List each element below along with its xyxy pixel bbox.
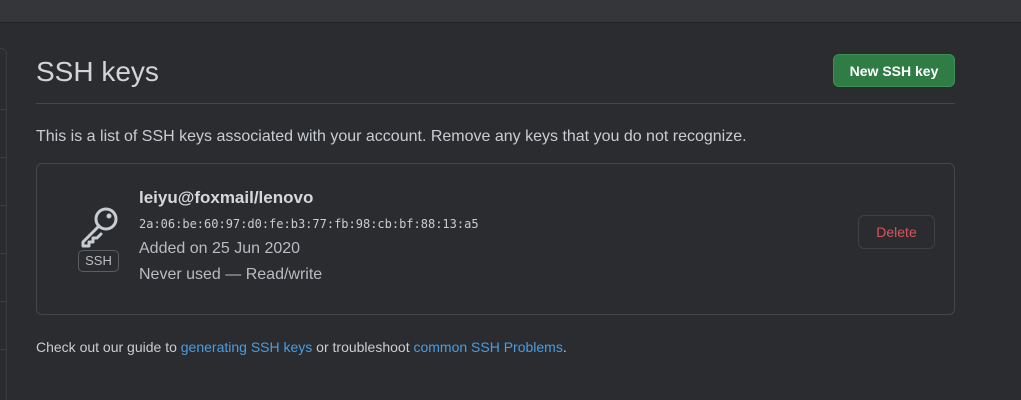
- key-title: leiyu@foxmail/lenovo: [139, 188, 314, 207]
- guide-middle: or troubleshoot: [312, 339, 414, 355]
- guide-suffix: .: [562, 339, 567, 355]
- guide-prefix: Check out our guide to: [36, 339, 181, 355]
- delete-key-button[interactable]: Delete: [858, 215, 935, 249]
- ssh-key-list-item: SSH leiyu@foxmail/lenovo 2a:06:be:60:97:…: [36, 163, 955, 315]
- common-ssh-problems-link[interactable]: common SSH Problems: [413, 339, 562, 355]
- page-title: SSH keys: [36, 56, 159, 87]
- sidebar-divider: [0, 157, 6, 158]
- sidebar-divider: [0, 253, 6, 254]
- sidebar-divider: [0, 205, 6, 206]
- key-fingerprint: 2a:06:be:60:97:d0:fe:b3:77:fb:98:cb:bf:8…: [139, 217, 479, 231]
- generating-ssh-keys-link[interactable]: generating SSH keys: [181, 339, 313, 355]
- new-ssh-key-button[interactable]: New SSH key: [833, 54, 955, 87]
- title-divider: [36, 103, 955, 104]
- key-added-date: Added on 25 Jun 2020: [139, 240, 301, 257]
- page-description: This is a list of SSH keys associated wi…: [36, 128, 747, 145]
- settings-sidebar-edge: [0, 48, 7, 400]
- ssh-guide-text: Check out our guide to generating SSH ke…: [36, 339, 567, 355]
- key-icon: [77, 202, 123, 248]
- sidebar-divider: [0, 109, 6, 110]
- sidebar-divider: [0, 349, 6, 350]
- sidebar-divider: [0, 301, 6, 302]
- top-bar: [0, 0, 1021, 23]
- key-usage-status: Never used — Read/write: [139, 266, 323, 283]
- key-type-badge: SSH: [78, 250, 119, 272]
